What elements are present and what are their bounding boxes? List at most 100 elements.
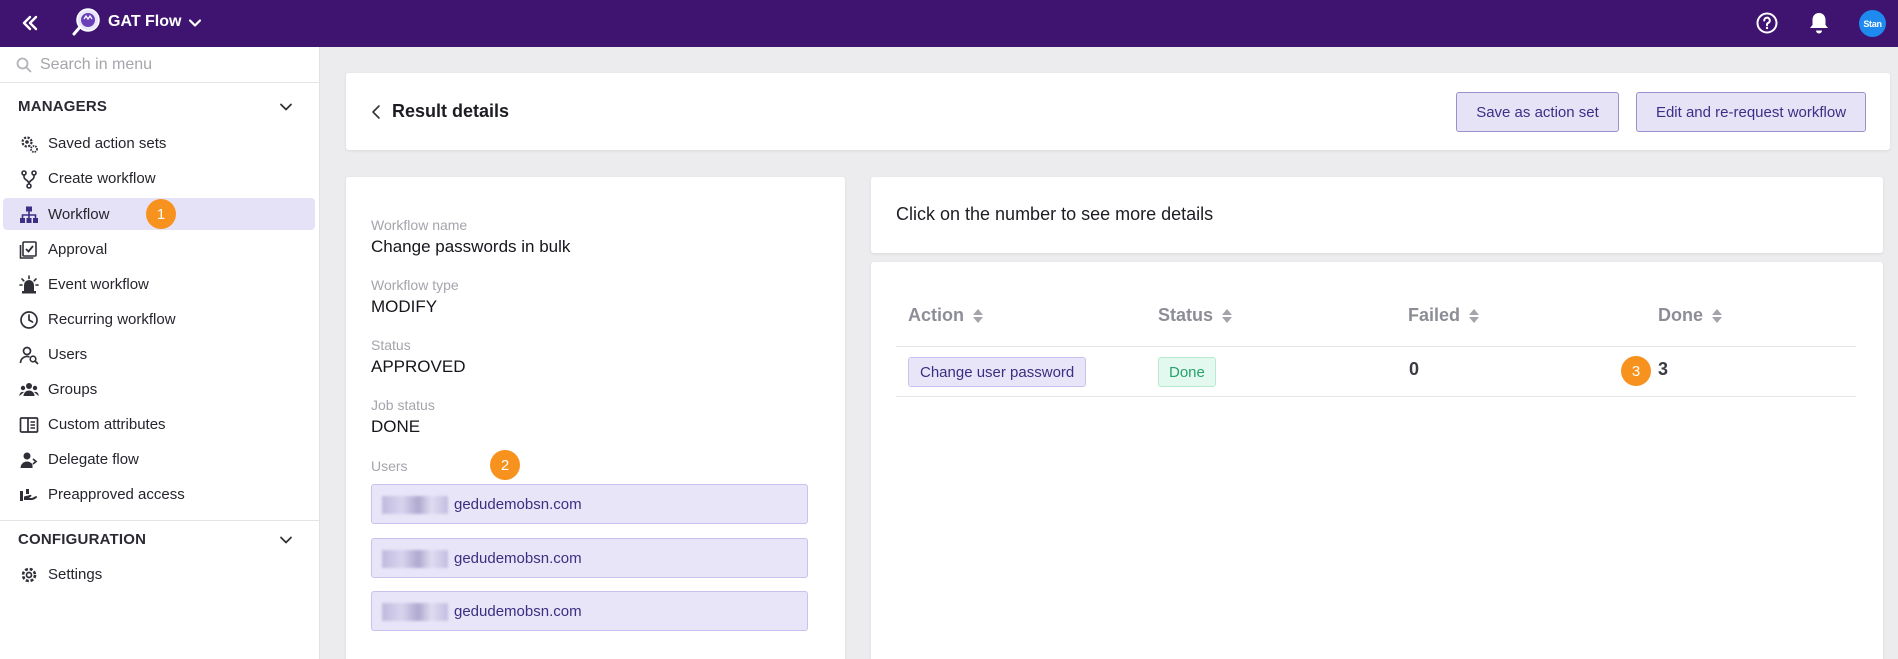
sidebar-item-label: Groups <box>48 380 98 398</box>
sidebar-item-users[interactable]: Users <box>3 338 315 370</box>
column-header-label: Action <box>908 305 964 325</box>
redacted-text <box>382 603 448 621</box>
sidebar-item-label: Settings <box>48 565 103 583</box>
user-chip[interactable]: gedudemobsn.com <box>371 591 808 631</box>
sidebar-item-label: Custom attributes <box>48 415 166 433</box>
sidebar-item-recurring-workflow[interactable]: Recurring workflow <box>3 303 315 335</box>
chevron-down-icon <box>278 99 294 115</box>
workflow-name-value: Change passwords in bulk <box>371 237 571 256</box>
sidebar-item-create-workflow[interactable]: Create workflow <box>3 162 315 194</box>
redacted-text <box>382 496 448 514</box>
results-table: Action Status Failed Done Change user pa… <box>871 262 1883 659</box>
sidebar-item-label: Delegate flow <box>48 450 139 468</box>
search-icon <box>16 57 32 73</box>
section-divider <box>0 520 319 521</box>
user-search-icon <box>19 345 39 365</box>
group-icon <box>19 380 39 400</box>
sidebar-item-label: Preapproved access <box>48 485 185 503</box>
sidebar-item-delegate-flow[interactable]: Delegate flow <box>3 443 315 475</box>
user-chip[interactable]: gedudemobsn.com <box>371 484 808 524</box>
help-icon[interactable] <box>1753 9 1781 37</box>
save-as-action-set-button[interactable]: Save as action set <box>1456 92 1619 132</box>
sidebar-item-workflow[interactable]: Workflow 1 <box>3 198 315 230</box>
section-managers[interactable]: MANAGERS <box>0 91 319 121</box>
users-label: Users <box>371 458 408 474</box>
column-header-label: Status <box>1158 305 1214 325</box>
table-divider <box>896 346 1856 347</box>
status-value: APPROVED <box>371 357 466 376</box>
sidebar: MANAGERS Saved action sets Create workfl… <box>0 47 320 659</box>
chevron-down-icon[interactable] <box>186 12 204 34</box>
column-header-status[interactable]: Status <box>1158 305 1233 326</box>
search-input[interactable] <box>40 53 300 77</box>
user-email: gedudemobsn.com <box>454 602 582 620</box>
sidebar-item-label: Users <box>48 345 88 363</box>
avatar[interactable]: Stan <box>1859 10 1886 37</box>
column-header-label: Done <box>1658 305 1703 325</box>
sidebar-item-label: Workflow <box>48 205 110 223</box>
section-configuration[interactable]: CONFIGURATION <box>0 524 319 554</box>
column-header-label: Failed <box>1408 305 1461 325</box>
action-tag[interactable]: Change user password <box>908 357 1087 387</box>
user-arrow-icon <box>19 450 39 470</box>
sidebar-item-label: Create workflow <box>48 169 156 187</box>
gear-cog-icon <box>19 134 39 154</box>
done-count[interactable]: 3 <box>1658 359 1668 380</box>
sidebar-item-groups[interactable]: Groups <box>3 373 315 405</box>
sidebar-item-approval[interactable]: Approval <box>3 233 315 265</box>
info-panel: Click on the number to see more details <box>871 177 1883 253</box>
hand-icon <box>19 485 39 505</box>
back-chevron-icon[interactable] <box>370 102 386 122</box>
branch-icon <box>19 169 39 189</box>
checklist-icon <box>19 240 39 260</box>
failed-count[interactable]: 0 <box>1409 359 1419 380</box>
user-email: gedudemobsn.com <box>454 549 582 567</box>
user-chip[interactable]: gedudemobsn.com <box>371 538 808 578</box>
info-text: Click on the number to see more details <box>896 204 1214 224</box>
redacted-text <box>382 550 448 568</box>
sidebar-item-preapproved-access[interactable]: Preapproved access <box>3 478 315 510</box>
column-header-done[interactable]: Done <box>1658 305 1723 326</box>
status-label: Status <box>371 337 411 353</box>
collapse-sidebar-icon[interactable] <box>18 11 42 35</box>
column-header-action[interactable]: Action <box>908 305 984 326</box>
sidebar-item-saved-action-sets[interactable]: Saved action sets <box>3 127 315 159</box>
step-badge: 1 <box>146 199 176 229</box>
clock-icon <box>19 310 39 330</box>
page-header: Result details Save as action set Edit a… <box>346 73 1890 150</box>
sort-icon <box>1712 308 1722 323</box>
edit-and-rerequest-button[interactable]: Edit and re-request workflow <box>1636 92 1866 132</box>
book-icon <box>19 415 39 435</box>
section-managers-label: MANAGERS <box>18 97 108 115</box>
step-badge: 3 <box>1621 356 1651 386</box>
workflow-details-panel: Workflow name Change passwords in bulk W… <box>346 177 845 659</box>
sidebar-item-label: Event workflow <box>48 275 149 293</box>
sort-icon <box>1469 308 1480 323</box>
column-header-failed[interactable]: Failed <box>1408 305 1480 326</box>
sidebar-item-label: Saved action sets <box>48 134 167 152</box>
sidebar-item-label: Recurring workflow <box>48 310 176 328</box>
step-badge: 2 <box>490 450 520 480</box>
sidebar-item-event-workflow[interactable]: Event workflow <box>3 268 315 300</box>
job-status-value: DONE <box>371 417 421 436</box>
page-title: Result details <box>392 101 510 121</box>
workflow-type-label: Workflow type <box>371 277 459 293</box>
job-status-label: Job status <box>371 397 435 413</box>
notification-bell-icon[interactable] <box>1805 9 1833 37</box>
siren-icon <box>19 275 39 295</box>
chevron-down-icon <box>278 532 294 548</box>
section-configuration-label: CONFIGURATION <box>18 530 147 548</box>
sort-icon <box>973 308 983 323</box>
user-email: gedudemobsn.com <box>454 495 582 513</box>
sidebar-item-settings[interactable]: Settings <box>3 558 315 590</box>
sidebar-item-label: Approval <box>48 240 108 258</box>
hierarchy-icon <box>19 205 39 225</box>
top-bar: GAT Flow Stan <box>0 0 1898 47</box>
sidebar-search <box>0 47 319 83</box>
workflow-type-value: MODIFY <box>371 297 438 316</box>
sidebar-item-custom-attributes[interactable]: Custom attributes <box>3 408 315 440</box>
app-logo-icon <box>71 6 103 38</box>
status-badge: Done <box>1158 357 1216 387</box>
app-title: GAT Flow <box>108 13 182 30</box>
workflow-name-label: Workflow name <box>371 217 468 233</box>
